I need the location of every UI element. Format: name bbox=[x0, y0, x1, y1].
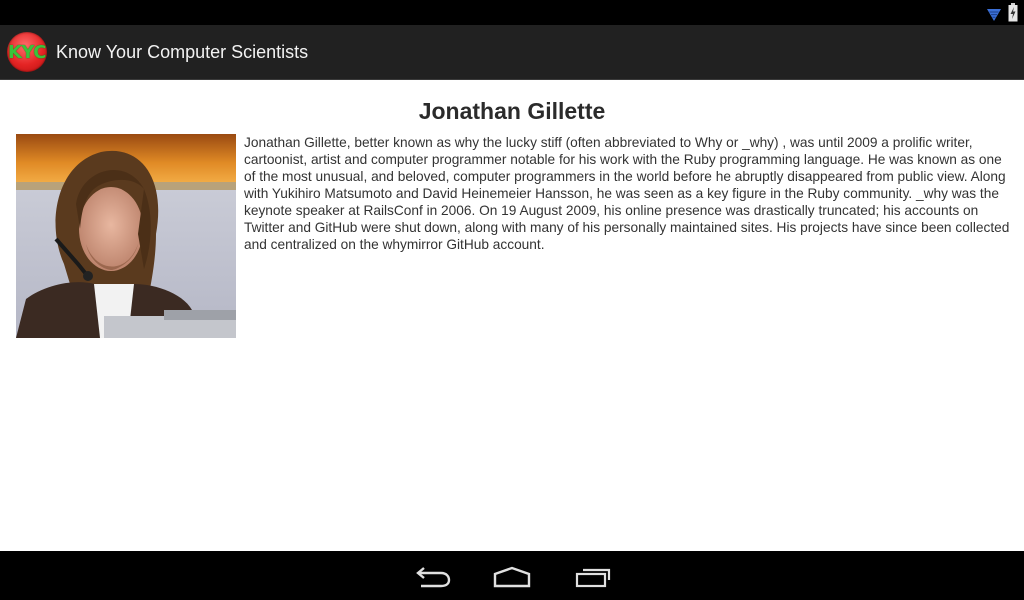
battery-charging-icon bbox=[1008, 3, 1018, 22]
portrait-image bbox=[16, 134, 236, 338]
back-button[interactable] bbox=[407, 561, 457, 591]
navigation-bar bbox=[0, 551, 1024, 600]
main-content: Jonathan Gillette Jonathan Gillette, bet… bbox=[0, 81, 1024, 551]
recent-apps-button[interactable] bbox=[567, 561, 617, 591]
status-icons bbox=[986, 2, 1018, 22]
portrait-photo bbox=[16, 134, 236, 338]
back-icon bbox=[416, 567, 451, 588]
app-logo[interactable]: KYC bbox=[7, 32, 47, 72]
app-logo-text: KYC bbox=[7, 41, 47, 63]
page-title: Jonathan Gillette bbox=[418, 98, 606, 124]
action-bar: KYC Know Your Computer Scientists bbox=[0, 25, 1024, 80]
status-bar bbox=[0, 0, 1024, 25]
bio-text: Jonathan Gillette, better known as why t… bbox=[244, 135, 1010, 252]
app-title: Know Your Computer Scientists bbox=[56, 41, 309, 62]
wifi-icon bbox=[987, 9, 1001, 21]
home-button[interactable] bbox=[487, 561, 537, 591]
home-icon bbox=[493, 566, 531, 588]
recent-apps-icon bbox=[575, 568, 611, 588]
